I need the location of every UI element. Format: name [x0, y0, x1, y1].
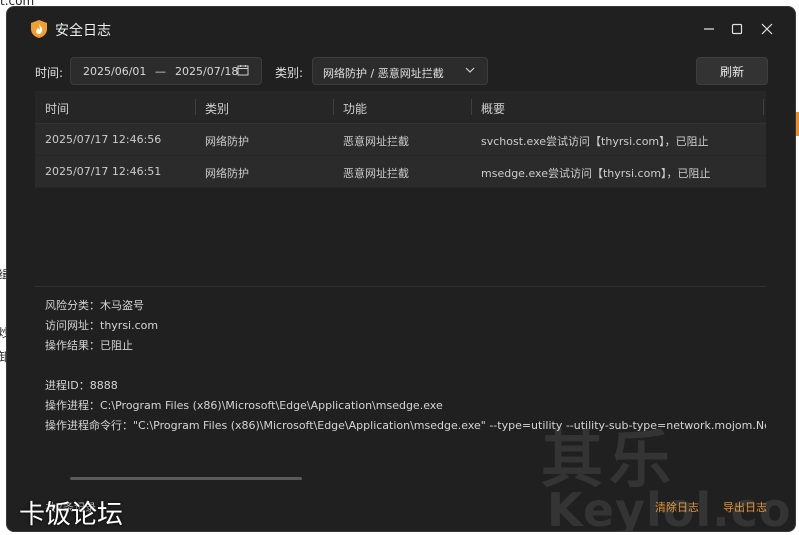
detail-url: 访问网址：thyrsi.com [45, 319, 159, 332]
horizontal-scrollbar[interactable] [70, 477, 302, 480]
watermark-forum: 卡饭论坛 [19, 500, 124, 530]
detail-panel: 风险分类：木马盗号 访问网址：thyrsi.com 操作结果：已阻止 进程ID：… [7, 7, 766, 447]
detail-pid: 进程ID：8888 [45, 379, 118, 392]
security-log-window: 安全日志 时间: 2025/06/01 — 2025/07/18 类别: 网络防… [6, 6, 796, 532]
detail-process: 操作进程：C:\Program Files (x86)\Microsoft\Ed… [45, 399, 443, 412]
detail-result: 操作结果：已阻止 [45, 339, 133, 352]
detail-risk: 风险分类：木马盗号 [45, 299, 144, 312]
watermark-text: Keylol.com [547, 483, 795, 532]
